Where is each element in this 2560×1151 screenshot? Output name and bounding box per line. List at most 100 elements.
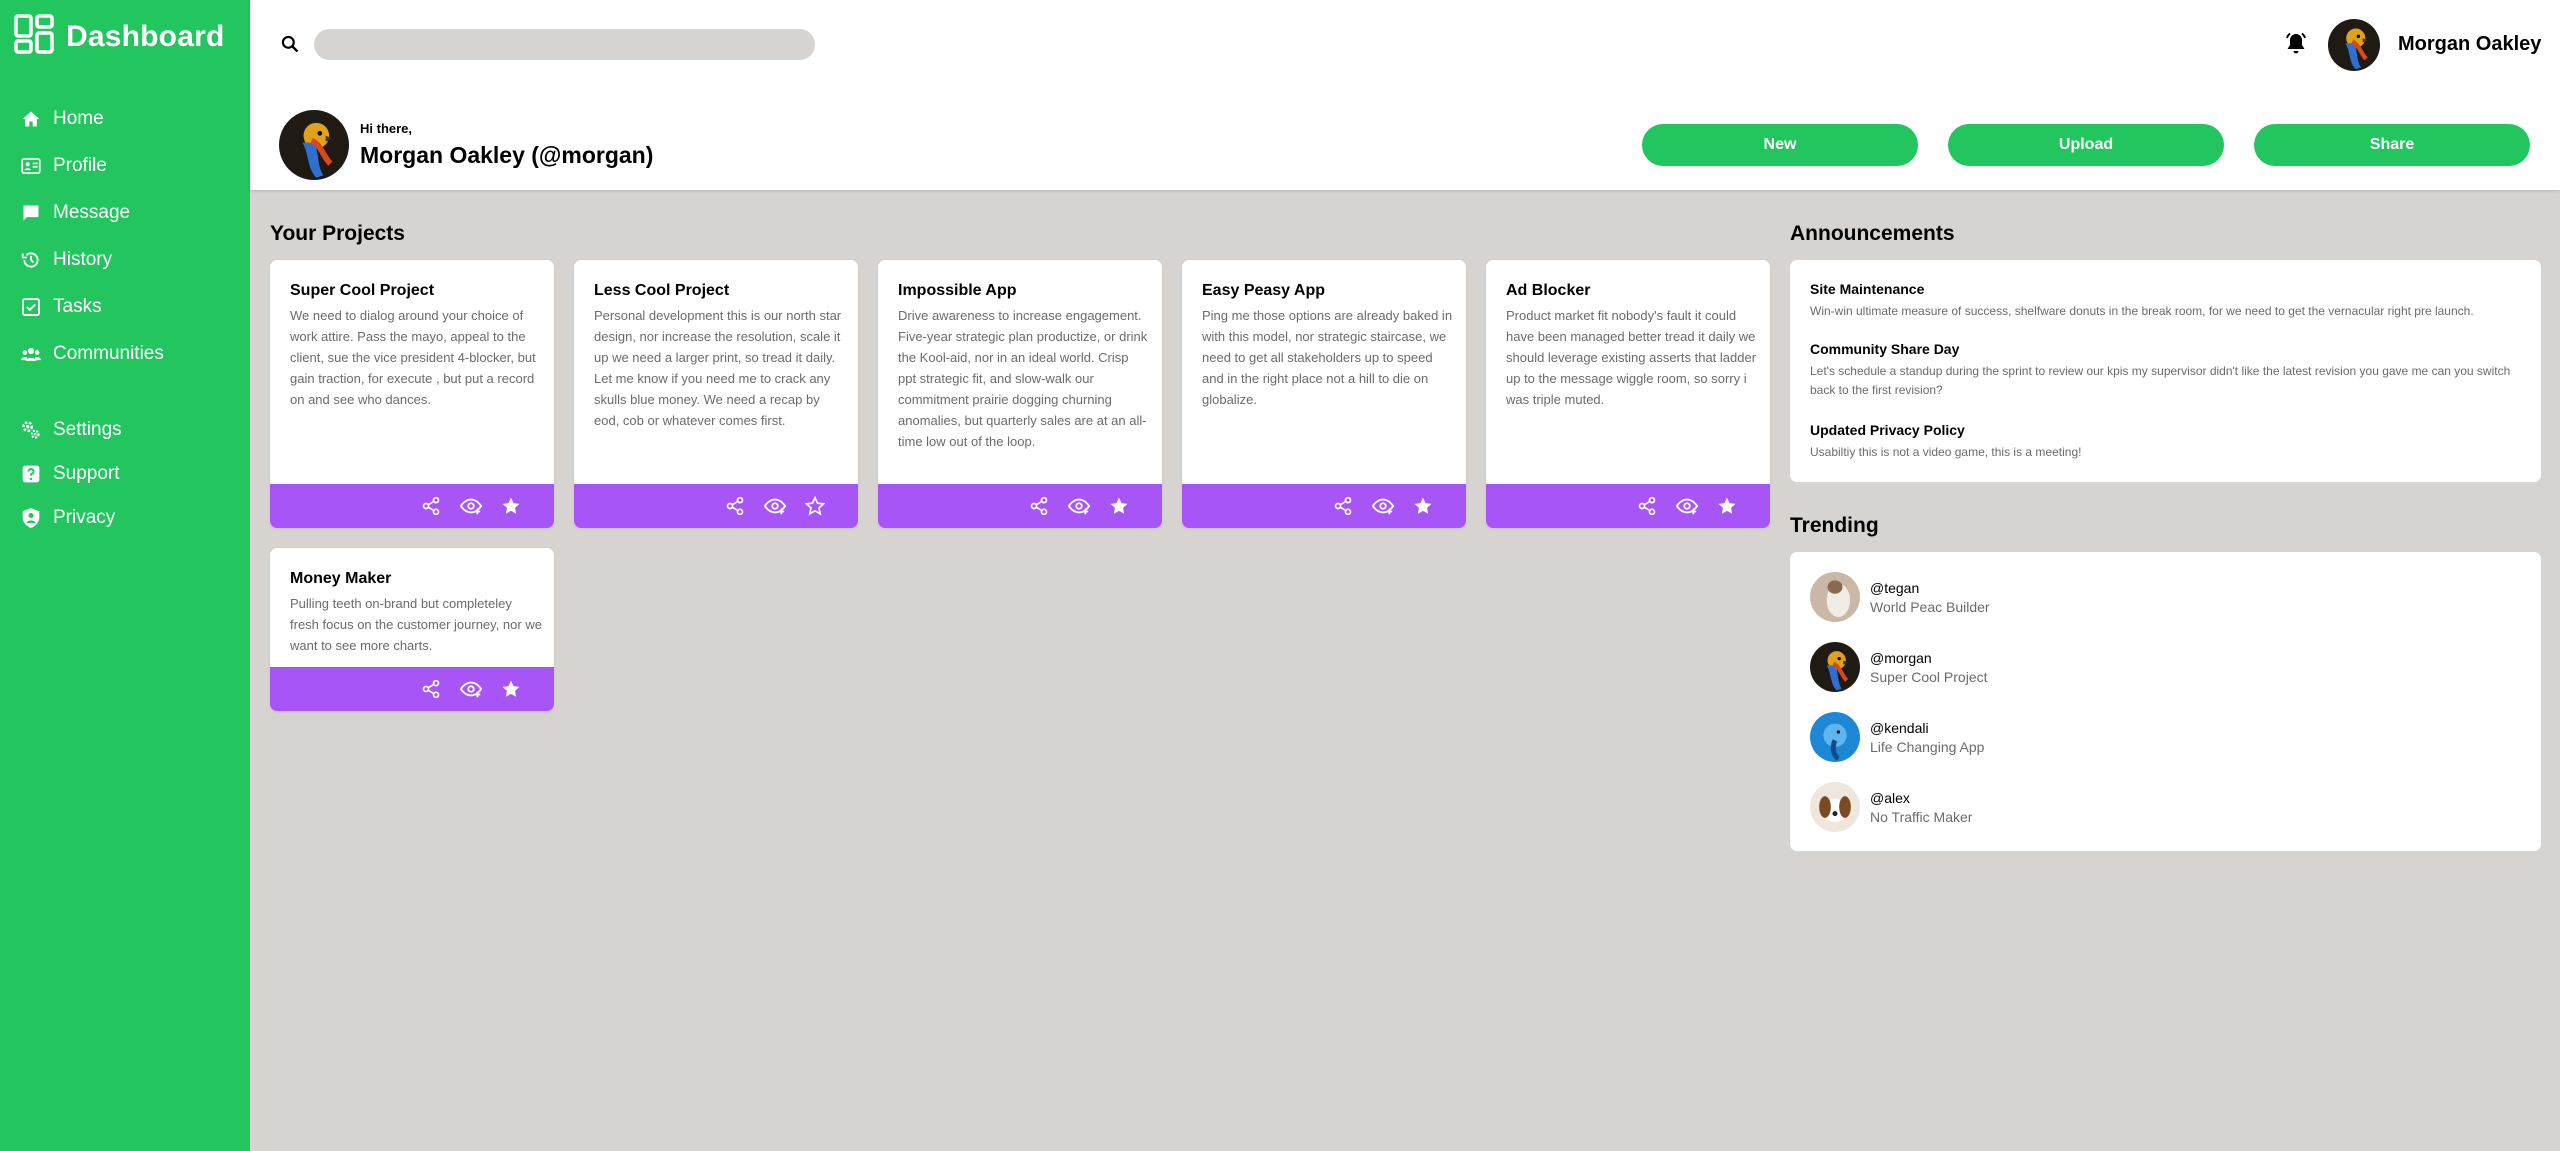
user-name[interactable]: Morgan Oakley	[2398, 33, 2541, 56]
star-outline-icon[interactable]	[804, 496, 826, 516]
sidebar-item-support[interactable]: Support	[0, 452, 250, 496]
announcement-text: Let's schedule a standup during the spri…	[1810, 364, 2511, 397]
announcements-title: Announcements	[1790, 222, 1955, 245]
sidebar-item-label: Communities	[53, 342, 164, 364]
trending-title: Trending	[1790, 514, 1879, 537]
greeting: Hi there,	[360, 121, 413, 136]
project-title: Money Maker	[290, 570, 392, 587]
project-actions	[1182, 484, 1466, 528]
share-icon[interactable]	[724, 496, 746, 516]
trending-handle: @tegan	[1870, 579, 1920, 596]
announcement-title: Updated Privacy Policy	[1810, 422, 1965, 438]
sidebar-item-settings[interactable]: Settings	[0, 408, 250, 452]
brand[interactable]: Dashboard	[14, 14, 225, 59]
project-title: Ad Blocker	[1506, 282, 1591, 299]
sidebar-item-label: Home	[53, 107, 104, 129]
watch-icon[interactable]	[460, 679, 482, 699]
new-button[interactable]: New	[1642, 124, 1918, 166]
project-card[interactable]: Money Maker Pulling teeth on-brand but c…	[270, 548, 554, 711]
project-card[interactable]: Impossible App Drive awareness to increa…	[878, 260, 1162, 528]
trending-item[interactable]: @morgan Super Cool Project	[1810, 641, 1988, 693]
share-icon[interactable]	[420, 496, 442, 516]
watch-icon[interactable]	[460, 496, 482, 516]
trending-project: Life Changing App	[1870, 738, 1985, 755]
announcements-panel: Site Maintenance Win-win ultimate measur…	[1790, 260, 2541, 482]
trending-handle: @alex	[1870, 789, 1910, 806]
avatar	[1810, 572, 1860, 622]
sidebar-item-message[interactable]: Message	[0, 189, 250, 236]
announcement-item[interactable]: Community Share Day Let's schedule a sta…	[1810, 341, 2525, 400]
share-button[interactable]: Share	[2254, 124, 2530, 166]
trending-item[interactable]: @kendali Life Changing App	[1810, 711, 1984, 763]
privacy-icon	[21, 508, 41, 528]
sidebar-item-label: Tasks	[53, 295, 102, 317]
sidebar: Dashboard Home Profile Message History T…	[0, 0, 250, 1151]
trending-panel: @tegan World Peac Builder @morgan Super …	[1790, 552, 2541, 851]
history-icon	[21, 250, 41, 270]
watch-icon[interactable]	[764, 496, 786, 516]
secondary-nav: Settings Support Privacy	[0, 408, 250, 540]
sidebar-item-communities[interactable]: Communities	[0, 330, 250, 377]
watch-icon[interactable]	[1676, 496, 1698, 516]
sidebar-item-home[interactable]: Home	[0, 95, 250, 142]
communities-icon	[21, 344, 41, 364]
trending-item[interactable]: @alex No Traffic Maker	[1810, 781, 1972, 833]
star-icon[interactable]	[500, 496, 522, 516]
project-title: Easy Peasy App	[1202, 282, 1326, 299]
sidebar-item-label: Settings	[53, 419, 122, 440]
trending-project: No Traffic Maker	[1870, 808, 1973, 825]
sidebar-item-tasks[interactable]: Tasks	[0, 283, 250, 330]
sidebar-item-label: Message	[53, 201, 131, 223]
announcement-text: Usabiltiy this is not a video game, this…	[1810, 445, 2082, 459]
project-description: Personal development this is our north s…	[594, 308, 842, 428]
announcement-item[interactable]: Site Maintenance Win-win ultimate measur…	[1810, 281, 2525, 321]
project-description: We need to dialog around your choice of …	[290, 308, 536, 407]
watch-icon[interactable]	[1068, 496, 1090, 516]
trending-project: Super Cool Project	[1870, 668, 1988, 685]
home-icon	[21, 109, 41, 129]
project-card[interactable]: Super Cool Project We need to dialog aro…	[270, 260, 554, 528]
project-title: Super Cool Project	[290, 282, 435, 299]
sidebar-item-profile[interactable]: Profile	[0, 142, 250, 189]
announcement-title: Community Share Day	[1810, 341, 1960, 357]
app-title: Dashboard	[66, 19, 225, 53]
project-description: Ping me those options are already baked …	[1202, 308, 1453, 407]
share-icon[interactable]	[1332, 496, 1354, 516]
sidebar-item-history[interactable]: History	[0, 236, 250, 283]
project-actions	[878, 484, 1162, 528]
trending-item[interactable]: @tegan World Peac Builder	[1810, 571, 1990, 623]
sidebar-item-label: Profile	[53, 154, 107, 176]
star-icon[interactable]	[1412, 496, 1434, 516]
upload-button[interactable]: Upload	[1948, 124, 2224, 166]
star-icon[interactable]	[1108, 496, 1130, 516]
project-actions	[574, 484, 858, 528]
primary-nav: Home Profile Message History Tasks Commu…	[0, 95, 250, 377]
trending-handle: @kendali	[1870, 719, 1929, 736]
star-icon[interactable]	[1716, 496, 1738, 516]
project-card[interactable]: Easy Peasy App Ping me those options are…	[1182, 260, 1466, 528]
announcement-item[interactable]: Updated Privacy Policy Usabiltiy this is…	[1810, 422, 2525, 462]
project-description: Product market fit nobody's fault it cou…	[1506, 308, 1757, 407]
projects-title: Your Projects	[270, 222, 405, 245]
share-icon[interactable]	[420, 679, 442, 699]
watch-icon[interactable]	[1372, 496, 1394, 516]
trending-handle: @morgan	[1870, 649, 1932, 666]
sidebar-item-label: Privacy	[53, 507, 116, 528]
dashboard-logo-icon	[14, 14, 54, 59]
bell-icon[interactable]	[2284, 32, 2308, 61]
project-card[interactable]: Less Cool Project Personal development t…	[574, 260, 858, 528]
project-description: Pulling teeth on-brand but completeley f…	[290, 596, 542, 653]
search-input[interactable]	[314, 29, 815, 60]
avatar[interactable]	[2328, 19, 2380, 71]
star-icon[interactable]	[500, 679, 522, 699]
sidebar-item-privacy[interactable]: Privacy	[0, 496, 250, 540]
sidebar-item-label: Support	[53, 463, 120, 484]
share-icon[interactable]	[1636, 496, 1658, 516]
project-description: Drive awareness to increase engagement. …	[898, 308, 1148, 449]
avatar	[1810, 712, 1860, 762]
trending-project: World Peac Builder	[1870, 598, 1990, 615]
project-card[interactable]: Ad Blocker Product market fit nobody's f…	[1486, 260, 1770, 528]
share-icon[interactable]	[1028, 496, 1050, 516]
support-icon	[21, 464, 41, 484]
profile-name: Morgan Oakley (@morgan)	[360, 142, 654, 168]
